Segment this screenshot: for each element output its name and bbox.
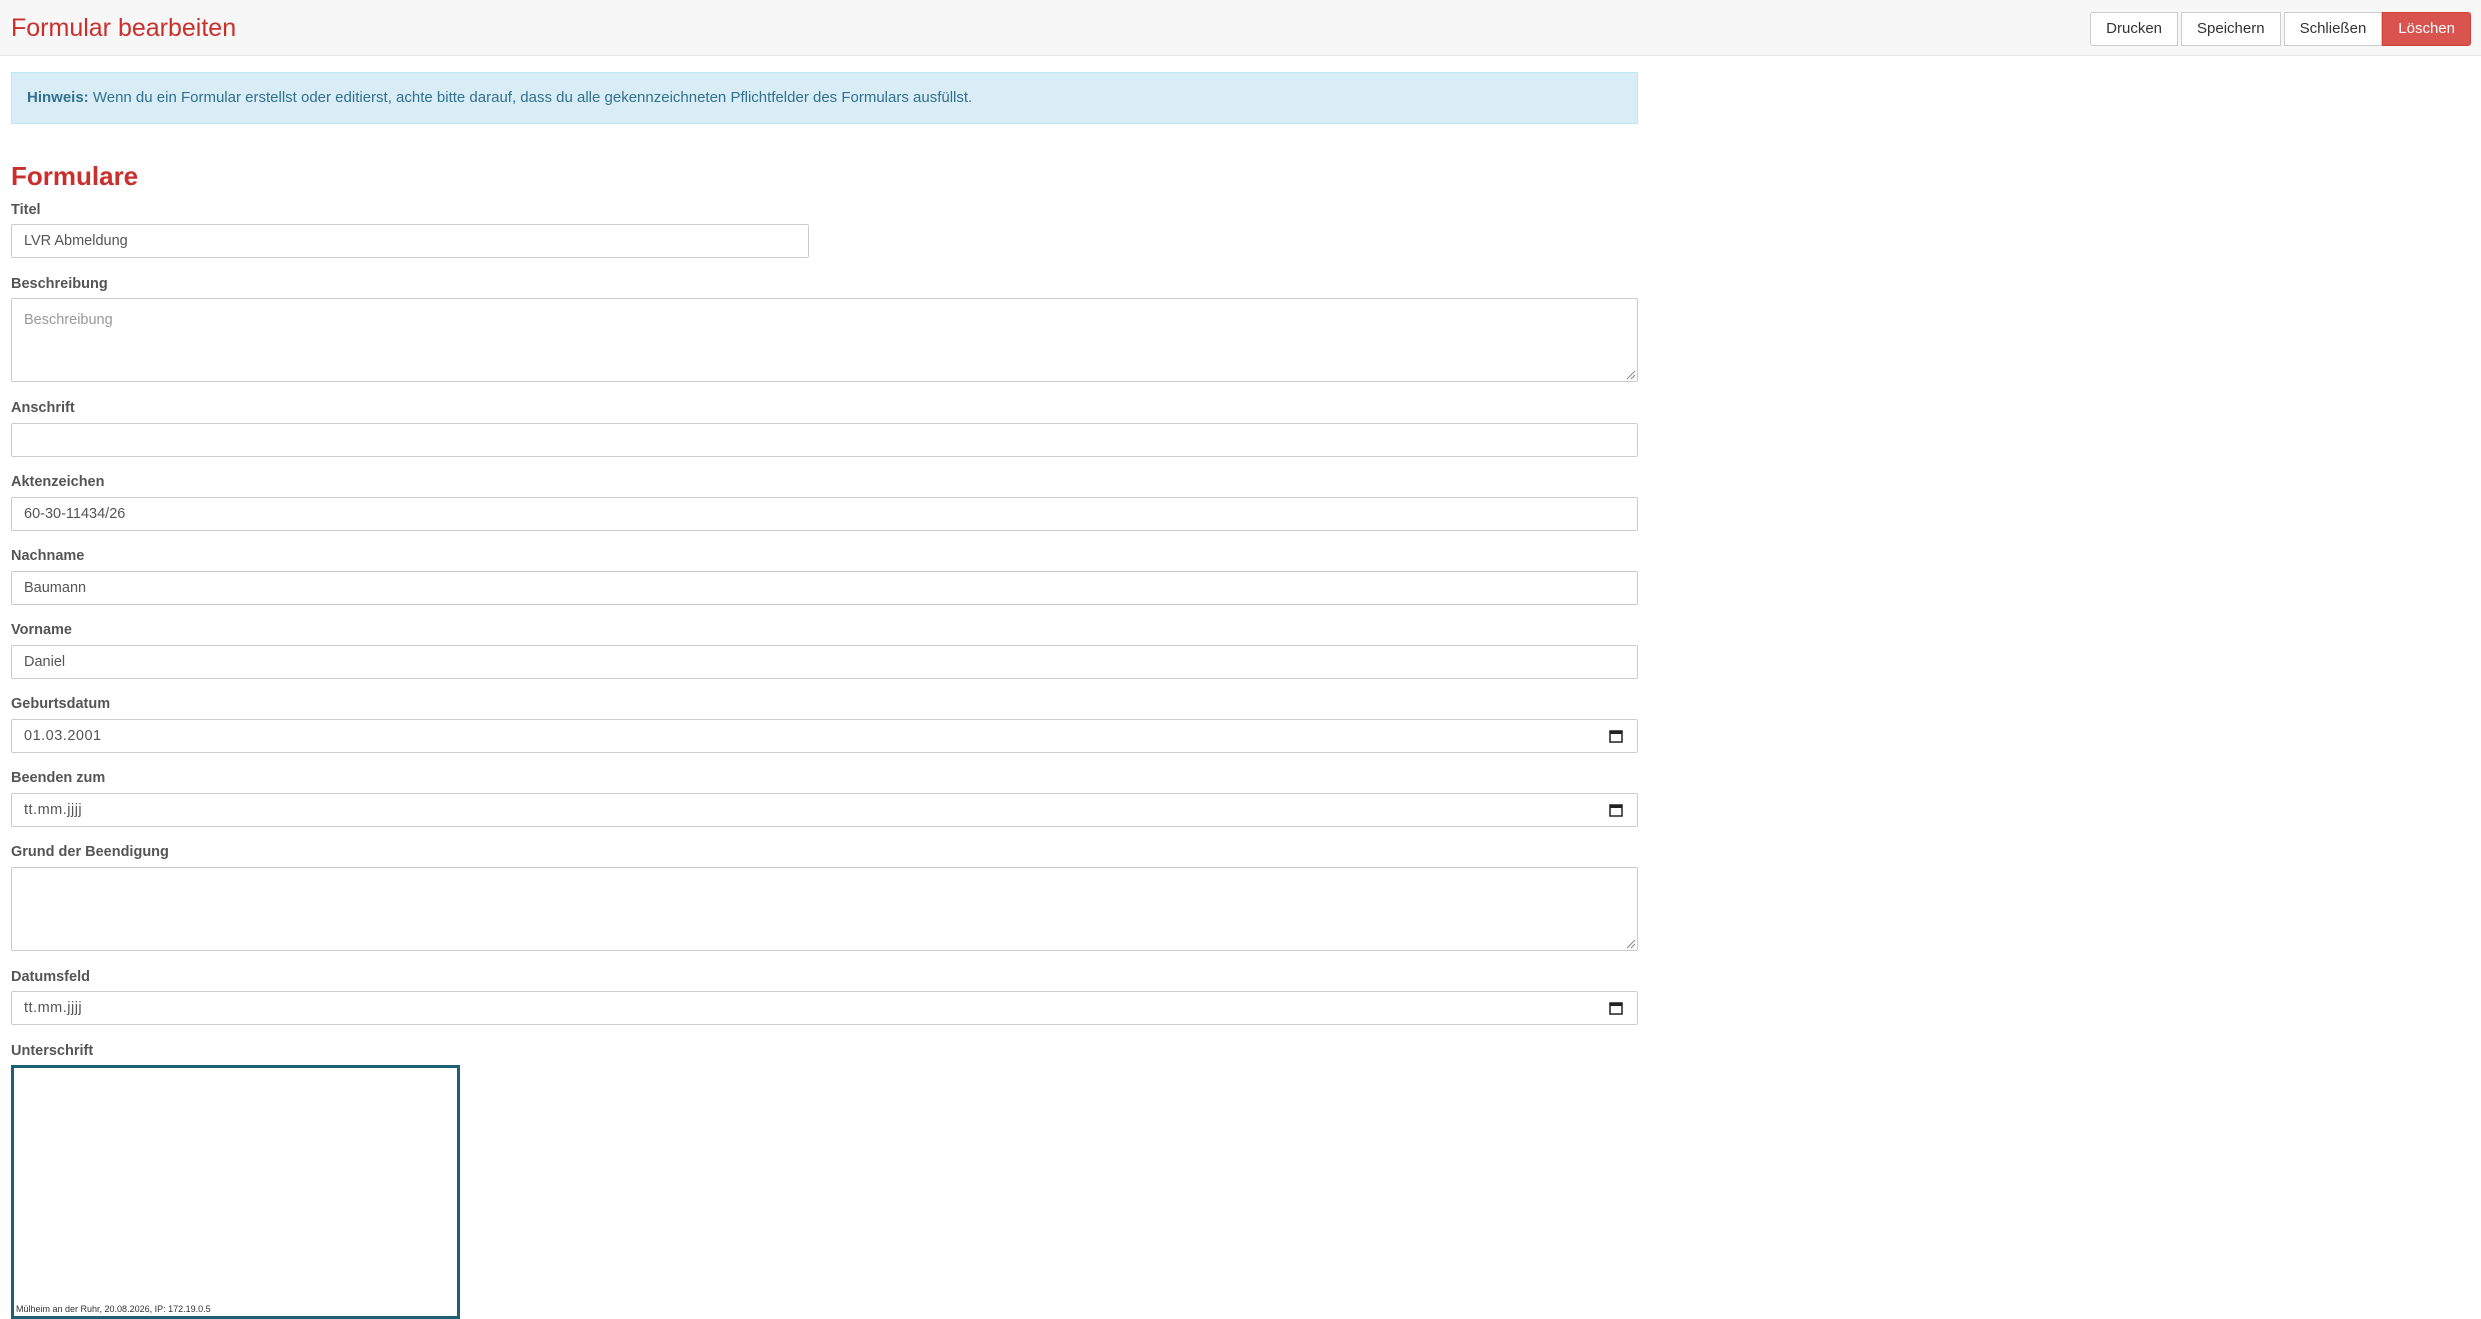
calendar-icon[interactable] bbox=[1609, 729, 1623, 743]
title-label: Titel bbox=[11, 202, 41, 218]
file-number-input[interactable]: 60-30-11434/26 bbox=[11, 497, 1638, 531]
signature-caption: Mülheim an der Ruhr, 20.08.2026, IP: 172… bbox=[16, 1304, 211, 1314]
signature-label: Unterschrift bbox=[11, 1043, 94, 1059]
birth-date-value: 01.03.2001 bbox=[24, 728, 102, 744]
close-button[interactable]: Schließen bbox=[2283, 12, 2383, 46]
address-label: Anschrift bbox=[11, 400, 75, 416]
resize-grip-icon[interactable] bbox=[1626, 939, 1636, 949]
date-field-input[interactable]: tt.mm.jjjj bbox=[11, 991, 1638, 1025]
action-button-group: Drucken Speichern Schließen Löschen bbox=[2087, 12, 2471, 46]
save-button[interactable]: Speichern bbox=[2181, 12, 2281, 46]
top-bar: Formular bearbeiten Drucken Speichern Sc… bbox=[0, 0, 2481, 56]
last-name-label: Nachname bbox=[11, 548, 85, 564]
signature-pad[interactable]: Mülheim an der Ruhr, 20.08.2026, IP: 172… bbox=[11, 1065, 460, 1319]
file-number-label: Aktenzeichen bbox=[11, 474, 105, 490]
notice-label: Hinweis: bbox=[27, 89, 89, 106]
section-title: Formulare bbox=[11, 161, 139, 191]
page-title: Formular bearbeiten bbox=[11, 14, 237, 42]
description-label: Beschreibung bbox=[11, 276, 108, 292]
date-field-label: Datumsfeld bbox=[11, 969, 90, 985]
end-reason-label: Grund der Beendigung bbox=[11, 844, 169, 860]
first-name-label: Vorname bbox=[11, 622, 72, 638]
address-input[interactable] bbox=[11, 423, 1638, 457]
last-name-value: Baumann bbox=[24, 580, 87, 596]
birth-date-input[interactable]: 01.03.2001 bbox=[11, 719, 1638, 753]
birth-date-label: Geburtsdatum bbox=[11, 696, 111, 712]
date-field-value: tt.mm.jjjj bbox=[24, 1000, 83, 1016]
description-textarea[interactable]: Beschreibung bbox=[11, 298, 1638, 382]
delete-button[interactable]: Löschen bbox=[2382, 12, 2471, 46]
first-name-value: Daniel bbox=[24, 654, 66, 670]
print-button[interactable]: Drucken bbox=[2090, 12, 2179, 46]
calendar-icon[interactable] bbox=[1609, 803, 1623, 817]
last-name-input[interactable]: Baumann bbox=[11, 571, 1638, 605]
file-number-value: 60-30-11434/26 bbox=[24, 506, 126, 522]
info-notice: Hinweis: Wenn du ein Formular erstellst … bbox=[11, 72, 1638, 124]
end-date-value: tt.mm.jjjj bbox=[24, 802, 83, 818]
resize-grip-icon[interactable] bbox=[1626, 370, 1636, 380]
notice-text: Wenn du ein Formular erstellst oder edit… bbox=[88, 89, 973, 106]
description-placeholder: Beschreibung bbox=[24, 312, 113, 328]
calendar-icon[interactable] bbox=[1609, 1001, 1623, 1015]
end-date-input[interactable]: tt.mm.jjjj bbox=[11, 793, 1638, 827]
first-name-input[interactable]: Daniel bbox=[11, 645, 1638, 679]
title-input[interactable]: LVR Abmeldung bbox=[11, 224, 809, 258]
end-reason-textarea[interactable] bbox=[11, 867, 1638, 951]
title-value: LVR Abmeldung bbox=[24, 233, 128, 249]
end-date-label: Beenden zum bbox=[11, 770, 106, 786]
